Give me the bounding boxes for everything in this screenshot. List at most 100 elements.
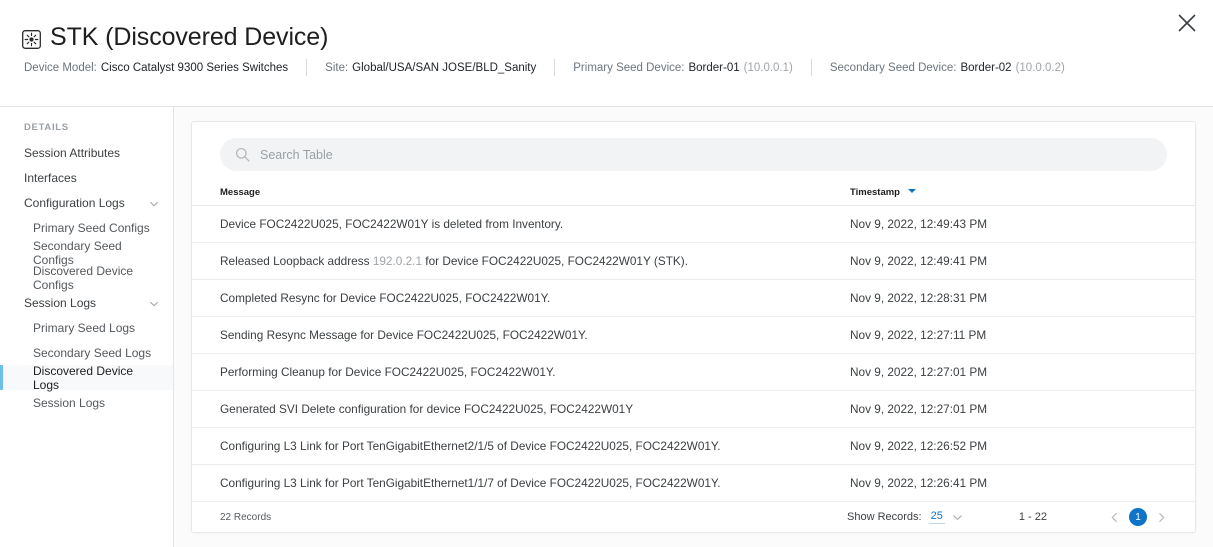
meta-primary-seed-label: Primary Seed Device: [573,61,685,74]
page-number-1[interactable]: 1 [1129,508,1147,526]
column-header-message-label: Message [220,187,261,198]
meta-primary-seed-ip: (10.0.0.1) [743,61,793,74]
meta-secondary-seed: Secondary Seed Device: Border-02 (10.0.0… [830,60,1065,76]
table-row[interactable]: Sending Resync Message for Device FOC242… [192,316,1195,354]
logs-table-head: Message Timestamp [192,171,1195,206]
logs-table-body: Device FOC2422U025, FOC2422W01Y is delet… [192,205,1195,502]
table-row[interactable]: Released Loopback address 192.0.2.1 for … [192,242,1195,280]
sidebar-item-discovered-device-logs[interactable]: Discovered Device Logs [0,363,173,392]
chevron-left-icon[interactable] [1109,512,1120,523]
cell-message: Completed Resync for Device FOC2422U025,… [192,279,850,317]
cell-message: Configuring L3 Link for Port TenGigabitE… [192,464,850,502]
cell-timestamp: Nov 9, 2022, 12:49:41 PM [850,242,1195,280]
sidebar-item-session-logs[interactable]: Session Logs [0,290,173,315]
card-top [192,122,1195,171]
meta-divider [554,59,556,76]
detail-header: STK (Discovered Device) Device Model: Ci… [0,0,1213,107]
cell-message: Configuring L3 Link for Port TenGigabitE… [192,427,850,465]
meta-device-model-label: Device Model: [24,61,97,74]
sidebar-item-label: Session Logs [33,395,106,410]
sidebar-item-label: Secondary Seed Logs [33,345,152,360]
sidebar-item-label: Secondary Seed Configs [33,238,122,267]
sidebar-item-session-logs[interactable]: Session Logs [0,390,173,415]
meta-device-model: Device Model: Cisco Catalyst 9300 Series… [24,60,288,76]
sidebar-nav-list: Session Attributes Interfaces Configuratio… [0,140,173,415]
show-records-selector[interactable]: Show Records: 25 [847,510,963,524]
table-row[interactable]: Device FOC2422U025, FOC2422W01Y is delet… [192,205,1195,243]
sidebar-item-label: Session Attributes [24,145,121,160]
sidebar-heading: DETAILS [24,122,69,133]
sort-descending-icon [907,189,916,194]
meta-divider [810,59,812,76]
meta-site: Site: Global/USA/SAN JOSE/BLD_Sanity [325,60,536,76]
sidebar-item-primary-seed-logs[interactable]: Primary Seed Logs [0,315,173,340]
meta-primary-seed: Primary Seed Device: Border-01 (10.0.0.1… [573,60,793,76]
close-icon [1178,14,1196,32]
message-text-post: for Device FOC2422U025, FOC2422W01Y (STK… [422,254,688,268]
main-content: Message Timestamp Device FOC2422U025, FO… [174,107,1213,547]
meta-device-model-value: Cisco Catalyst 9300 Series Switches [100,61,289,74]
cell-timestamp: Nov 9, 2022, 12:27:11 PM [850,316,1195,354]
sidebar-item-label: Primary Seed Logs [33,320,136,335]
search-box[interactable] [220,138,1167,171]
cell-message: Device FOC2422U025, FOC2422W01Y is delet… [192,205,850,243]
sidebar-item-label: Configuration Logs [24,195,125,210]
cell-timestamp: Nov 9, 2022, 12:26:52 PM [850,427,1195,465]
meta-primary-seed-value: Border-01 [688,61,740,74]
cell-timestamp: Nov 9, 2022, 12:27:01 PM [850,353,1195,391]
search-input[interactable] [260,138,1152,171]
cell-timestamp: Nov 9, 2022, 12:49:43 PM [850,205,1195,243]
chevron-down-icon[interactable] [149,198,159,208]
cell-timestamp: Nov 9, 2022, 12:27:01 PM [850,390,1195,428]
pagination-controls: Show Records: 25 1 - 22 1 [847,508,1167,526]
meta-secondary-seed-value: Border-02 [960,61,1012,74]
cell-message: Performing Cleanup for Device FOC2422U02… [192,353,850,391]
column-header-message[interactable]: Message [192,171,850,206]
title-row: STK (Discovered Device) [0,0,1213,52]
stack-device-icon [22,29,41,49]
meta-secondary-seed-ip: (10.0.0.2) [1015,61,1065,74]
records-count: 22 Records [220,511,272,523]
message-text-pre: Released Loopback address [220,254,373,268]
cell-message: Released Loopback address 192.0.2.1 for … [192,242,850,280]
cell-message: Sending Resync Message for Device FOC242… [192,316,850,354]
cell-timestamp: Nov 9, 2022, 12:28:31 PM [850,279,1195,317]
sidebar-item-label: Interfaces [24,170,77,185]
column-header-timestamp[interactable]: Timestamp [850,171,1195,206]
device-meta-row: Device Model: Cisco Catalyst 9300 Series… [0,52,1213,76]
record-range: 1 - 22 [1018,511,1047,523]
page-title: STK (Discovered Device) [50,23,329,51]
chevron-down-icon[interactable] [149,298,159,308]
cell-message: Generated SVI Delete configuration for d… [192,390,850,428]
logs-table: Message Timestamp Device FOC2422U025, FO… [192,171,1195,502]
sidebar-item-secondary-seed-logs[interactable]: Secondary Seed Logs [0,340,173,365]
table-row[interactable]: Performing Cleanup for Device FOC2422U02… [192,353,1195,391]
sidebar-item-secondary-seed-configs[interactable]: Secondary Seed Configs [0,238,173,267]
search-icon [235,147,250,162]
table-row[interactable]: Completed Resync for Device FOC2422U025,… [192,279,1195,317]
table-row[interactable]: Configuring L3 Link for Port TenGigabitE… [192,464,1195,502]
chevron-down-icon[interactable] [952,512,963,523]
pager: 1 [1109,508,1167,526]
sidebar-item-label: Primary Seed Configs [33,220,150,235]
close-button[interactable] [1170,6,1204,40]
table-footer: 22 Records Show Records: 25 1 - 22 1 [192,502,1195,532]
table-row[interactable]: Configuring L3 Link for Port TenGigabitE… [192,427,1195,465]
sidebar-item-session-attributes[interactable]: Session Attributes [0,140,173,165]
table-row[interactable]: Generated SVI Delete configuration for d… [192,390,1195,428]
message-ip-address: 192.0.2.1 [372,254,423,268]
column-header-timestamp-label: Timestamp [850,187,900,198]
meta-site-value: Global/USA/SAN JOSE/BLD_Sanity [352,61,537,74]
sidebar-item-label: Session Logs [24,295,97,310]
body-wrapper: DETAILS Session Attributes Interfaces Conf… [0,107,1213,547]
chevron-right-icon[interactable] [1156,512,1167,523]
sidebar-item-primary-seed-configs[interactable]: Primary Seed Configs [0,215,173,240]
meta-site-label: Site: [325,61,349,74]
show-records-value[interactable]: 25 [928,510,945,524]
sidebar-item-label: Discovered Device Logs [33,363,134,392]
show-records-label: Show Records: [847,511,922,523]
sidebar-item-interfaces[interactable]: Interfaces [0,165,173,190]
logs-card: Message Timestamp Device FOC2422U025, FO… [191,121,1196,533]
sidebar-item-discovered-device-configs[interactable]: Discovered Device Configs [0,264,173,292]
sidebar-item-configuration-logs[interactable]: Configuration Logs [0,190,173,215]
